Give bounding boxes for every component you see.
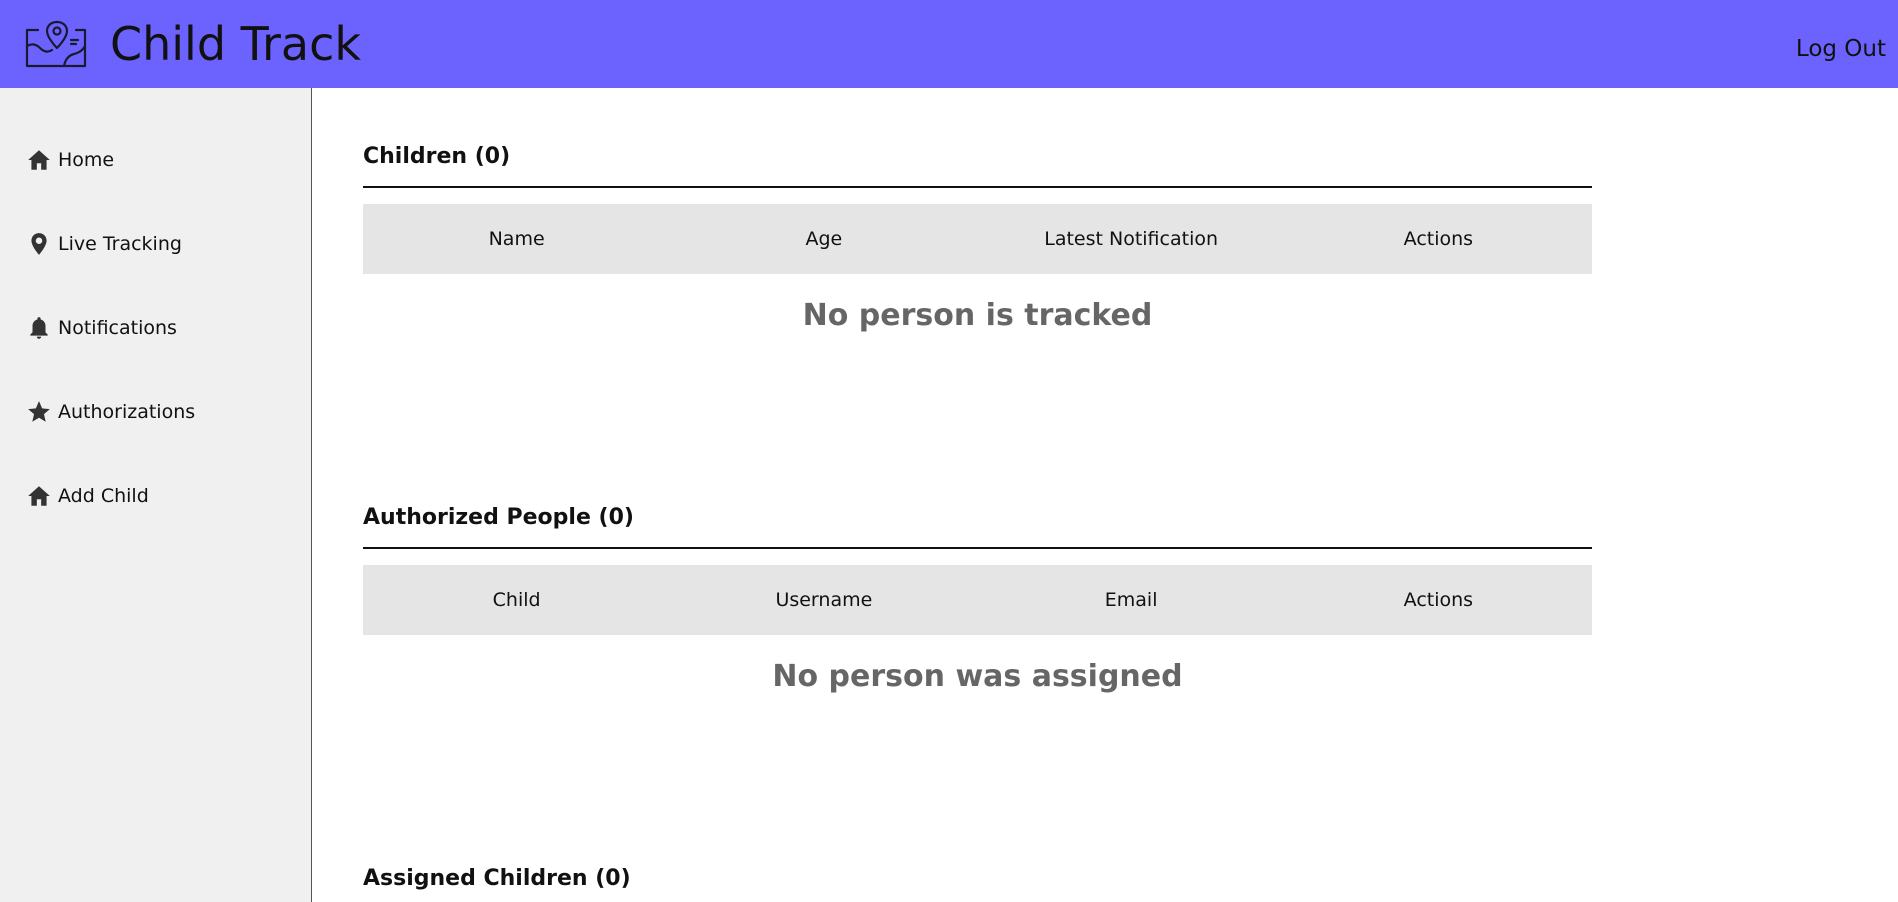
app-title: Child Track: [110, 17, 362, 71]
sidebar-item-home[interactable]: Home: [26, 145, 114, 175]
column-header-name[interactable]: Name: [363, 228, 670, 250]
home-icon: [28, 486, 50, 506]
sidebar-item-label: Authorizations: [58, 401, 196, 423]
column-header-child[interactable]: Child: [363, 589, 670, 611]
column-header-age[interactable]: Age: [670, 228, 977, 250]
sidebar-item-add-child[interactable]: Add Child: [26, 481, 149, 511]
sidebar-item-label: Notifications: [58, 317, 177, 339]
authorized-people-section-title: Authorized People (0): [363, 505, 634, 530]
star-icon: [28, 401, 50, 422]
section-divider: [363, 547, 1592, 549]
column-header-actions: Actions: [1403, 589, 1474, 611]
column-header-email[interactable]: Email: [978, 589, 1285, 611]
column-header-actions: Actions: [1403, 228, 1474, 250]
children-empty-message: No person is tracked: [802, 298, 1153, 333]
children-table-header: Name Age Latest Notification Actions: [363, 204, 1592, 274]
sidebar-item-authorizations[interactable]: Authorizations: [26, 397, 195, 427]
sidebar-item-notifications[interactable]: Notifications: [26, 313, 177, 343]
column-header-latest-notification[interactable]: Latest Notification: [978, 228, 1285, 250]
main-content: Children (0) Name Age Latest Notificatio…: [313, 88, 1898, 902]
assigned-children-section-title: Assigned Children (0): [363, 866, 631, 891]
sidebar-item-live-tracking[interactable]: Live Tracking: [26, 229, 182, 259]
logout-button[interactable]: Log Out: [1796, 34, 1886, 64]
sidebar-item-label: Live Tracking: [58, 233, 182, 255]
column-header-username[interactable]: Username: [670, 589, 977, 611]
location-pin-icon: [31, 233, 47, 255]
map-pin-icon: [24, 20, 88, 68]
sidebar-item-label: Home: [58, 149, 115, 171]
bell-icon: [30, 317, 48, 339]
authorized-people-empty-message: No person was assigned: [772, 659, 1183, 694]
sidebar-item-label: Add Child: [58, 485, 149, 507]
section-divider: [363, 186, 1592, 188]
app-header: Child Track Log Out: [0, 0, 1898, 88]
home-icon: [28, 150, 50, 170]
authorized-people-table-header: Child Username Email Actions: [363, 565, 1592, 635]
sidebar: Home Live Tracking Notifications Authori…: [0, 88, 312, 902]
children-section-title: Children (0): [363, 144, 511, 169]
